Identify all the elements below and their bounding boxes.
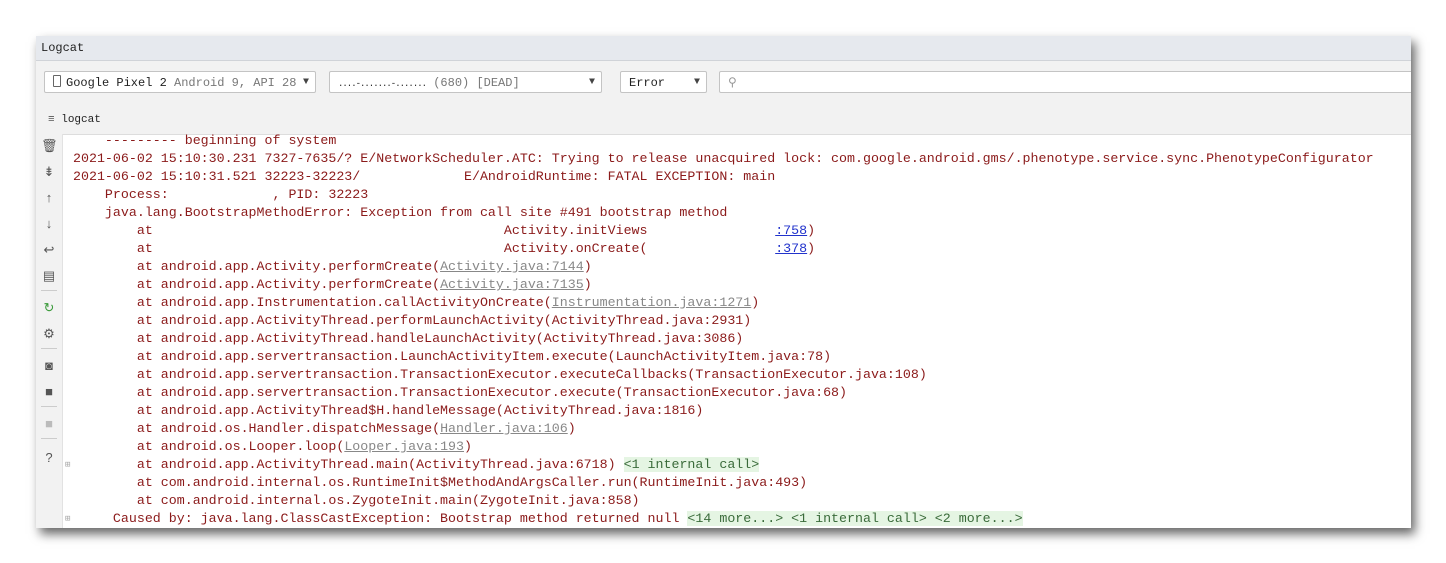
log-line: at android.app.ActivityThread$H.handleMe… (73, 402, 1411, 420)
chevron-down-icon: ▼ (302, 77, 309, 88)
log-text: at com.android.internal.os.RuntimeInit$M… (73, 475, 808, 490)
chevron-down-icon: ▼ (693, 77, 700, 88)
log-text: at android.os.Looper.loop( (73, 439, 345, 454)
log-text: ) (567, 421, 576, 436)
log-text: java.lang.BootstrapMethodError: Exceptio… (73, 205, 728, 220)
source-link[interactable]: :758 (775, 223, 807, 238)
log-line: at android.app.servertransaction.Transac… (73, 384, 1411, 402)
log-text: at android.app.Instrumentation.callActiv… (73, 295, 552, 310)
log-line: --------- beginning of system (73, 132, 1411, 150)
window-title: Logcat (36, 36, 1411, 61)
folded-frames[interactable]: <1 internal call> (623, 457, 760, 472)
log-text: at android.app.Activity.performCreate( (73, 277, 441, 292)
log-text: ) (464, 439, 472, 454)
log-text: at Activity.initViews (73, 223, 776, 238)
log-line: at com.android.internal.os.ZygoteInit.ma… (73, 492, 1411, 510)
source-link[interactable]: Instrumentation.java:1271 (552, 295, 752, 310)
log-text: ) (583, 277, 592, 292)
log-text: --------- beginning of system (73, 133, 337, 148)
log-text: at Activity.onCreate( (73, 241, 776, 256)
source-link[interactable]: Activity.java:7144 (440, 259, 584, 274)
log-line: at Activity.onCreate( :378) (73, 240, 1411, 258)
log-text: ) (807, 223, 816, 238)
up-arrow-icon[interactable]: ↑ (41, 190, 57, 206)
source-link[interactable]: Activity.java:7135 (440, 277, 584, 292)
tab-label: logcat (61, 114, 101, 126)
phone-icon (53, 75, 61, 87)
process-detail: (680) [DEAD] (433, 76, 520, 90)
log-line: at Activity.initViews :758) (73, 222, 1411, 240)
process-dropdown[interactable]: ....-.......-....... (680) [DEAD] ▼ (329, 71, 602, 93)
log-text: at com.android.internal.os.ZygoteInit.ma… (73, 493, 640, 508)
process-name: ....-.......-....... (338, 79, 427, 89)
log-text: at android.app.ActivityThread.performLau… (73, 313, 752, 328)
log-line: at android.app.Activity.performCreate(Ac… (73, 276, 1411, 294)
log-line: at android.app.Instrumentation.callActiv… (73, 294, 1411, 312)
log-line: 2021-06-02 15:10:30.231 7327-7635/? E/Ne… (73, 150, 1411, 168)
expand-fold-icon[interactable]: ⊞ (65, 510, 70, 528)
log-level-dropdown[interactable]: Error ▼ (620, 71, 707, 93)
log-text: ) (751, 295, 760, 310)
trash-icon[interactable]: 🗑 (41, 138, 58, 154)
log-text: 2021-06-02 15:10:30.231 7327-7635/? E/Ne… (73, 151, 1374, 166)
device-detail: Android 9, API 28 (174, 76, 297, 90)
log-text: ) (807, 241, 816, 256)
log-line: at com.android.internal.os.RuntimeInit$M… (73, 474, 1411, 492)
log-line: at android.app.servertransaction.LaunchA… (73, 348, 1411, 366)
log-text: at android.app.ActivityThread$H.handleMe… (73, 403, 704, 418)
source-link[interactable]: Looper.java:193 (344, 439, 464, 454)
help-icon[interactable]: ? (41, 450, 57, 466)
log-text: Process: , PID: 32223 (73, 187, 369, 202)
settings-icon[interactable]: ⚙ (41, 326, 57, 342)
log-line: at android.os.Looper.loop(Looper.java:19… (73, 438, 1411, 456)
log-line: Process: , PID: 32223 (73, 186, 1411, 204)
side-toolbar: 🗑 ⇟ ↑ ↓ ↩ ▤ ↻ ⚙ ◙ ■ ■ ? (36, 134, 63, 528)
log-level-value: Error (629, 76, 666, 90)
log-line: at android.app.Activity.performCreate(Ac… (73, 258, 1411, 276)
log-text: at android.app.servertransaction.LaunchA… (73, 349, 832, 364)
log-text: at android.app.ActivityThread.handleLaun… (73, 331, 744, 346)
log-line: ⊞ at android.app.ActivityThread.main(Act… (65, 456, 1411, 474)
tab-logcat[interactable]: ≡ logcat (36, 106, 1411, 135)
log-text: at android.app.Activity.performCreate( (73, 259, 441, 274)
print-icon[interactable]: ▤ (41, 268, 57, 284)
logcat-window: Logcat Google Pixel 2 Android 9, API 28 ▼… (36, 36, 1411, 528)
restart-icon[interactable]: ↻ (41, 300, 57, 316)
log-line: ⊞ Caused by: java.lang.ClassCastExceptio… (65, 510, 1411, 528)
device-dropdown[interactable]: Google Pixel 2 Android 9, API 28 ▼ (44, 71, 316, 93)
search-input[interactable]: ⚲ (719, 71, 1411, 93)
log-line: at android.app.ActivityThread.performLau… (73, 312, 1411, 330)
log-text: at android.app.ActivityThread.main(Activ… (73, 457, 624, 472)
logcat-toolbar: Google Pixel 2 Android 9, API 28 ▼ ....-.… (36, 61, 1411, 106)
log-text: at android.app.servertransaction.Transac… (73, 385, 848, 400)
log-output[interactable]: --------- beginning of system 2021-06-02 … (65, 132, 1411, 528)
device-name: Google Pixel 2 (66, 76, 167, 90)
log-line: at android.os.Handler.dispatchMessage(Ha… (73, 420, 1411, 438)
log-text: at android.app.servertransaction.Transac… (73, 367, 927, 382)
search-icon: ⚲ (728, 76, 737, 90)
list-icon: ≡ (48, 114, 55, 126)
screen-record-icon[interactable]: ■ (41, 384, 57, 400)
chevron-down-icon: ▼ (588, 77, 595, 88)
screenshot-icon[interactable]: ◙ (41, 358, 57, 374)
down-arrow-icon[interactable]: ↓ (41, 216, 57, 232)
source-link[interactable]: :378 (775, 241, 807, 256)
log-text: Caused by: java.lang.ClassCastException:… (73, 511, 688, 526)
soft-wrap-icon[interactable]: ↩ (41, 242, 57, 258)
log-text: ) (583, 259, 592, 274)
source-link[interactable]: Handler.java:106 (440, 421, 568, 436)
expand-fold-icon[interactable]: ⊞ (65, 456, 70, 474)
log-line: at android.app.ActivityThread.handleLaun… (73, 330, 1411, 348)
log-text: at android.os.Handler.dispatchMessage( (73, 421, 441, 436)
log-line: java.lang.BootstrapMethodError: Exceptio… (73, 204, 1411, 222)
log-text: 2021-06-02 15:10:31.521 32223-32223/ E/A… (73, 169, 776, 184)
stop-icon[interactable]: ■ (41, 416, 57, 432)
folded-frames[interactable]: <14 more...> <1 internal call> <2 more..… (687, 511, 1023, 526)
log-line: at android.app.servertransaction.Transac… (73, 366, 1411, 384)
log-line: 2021-06-02 15:10:31.521 32223-32223/ E/A… (73, 168, 1411, 186)
scroll-to-end-icon[interactable]: ⇟ (41, 164, 57, 180)
